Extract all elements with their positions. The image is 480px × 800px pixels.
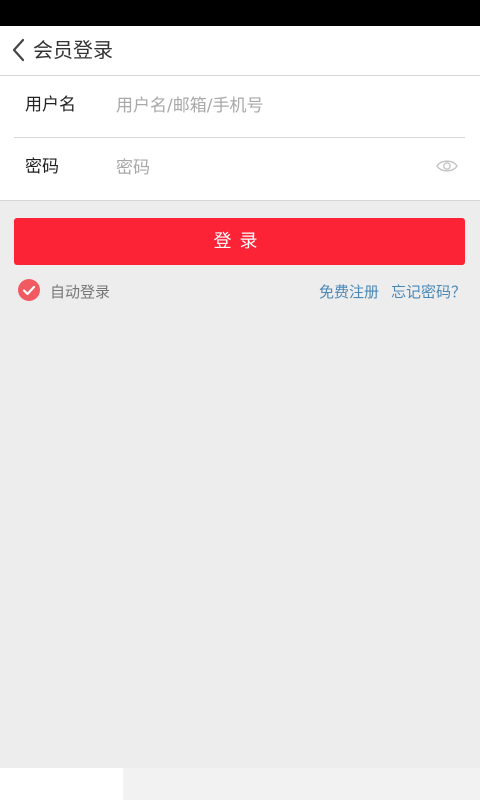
register-link[interactable]: 免费注册: [319, 282, 379, 302]
login-button[interactable]: 登录: [14, 218, 465, 265]
checkbox-checked: [18, 279, 40, 301]
username-row: 用户名: [0, 76, 480, 138]
back-button[interactable]: [10, 38, 30, 62]
password-input[interactable]: [116, 155, 416, 181]
toggle-password-visibility[interactable]: [436, 158, 458, 174]
check-icon: [22, 285, 36, 296]
password-label: 密码: [25, 157, 59, 177]
login-form: 用户名 密码: [0, 76, 480, 201]
bottom-strip: [123, 768, 480, 800]
status-bar: [0, 0, 480, 26]
forgot-password-link[interactable]: 忘记密码？: [391, 282, 466, 302]
page-title: 会员登录: [33, 38, 113, 62]
password-row: 密码: [0, 138, 480, 200]
bottom-strip: [0, 768, 123, 800]
username-label: 用户名: [25, 95, 76, 115]
auto-login-label: 自动登录: [50, 283, 111, 301]
app-header: 会员登录: [0, 26, 480, 76]
username-input[interactable]: [116, 93, 416, 119]
chevron-left-icon: [12, 38, 25, 62]
eye-icon: [436, 160, 458, 172]
